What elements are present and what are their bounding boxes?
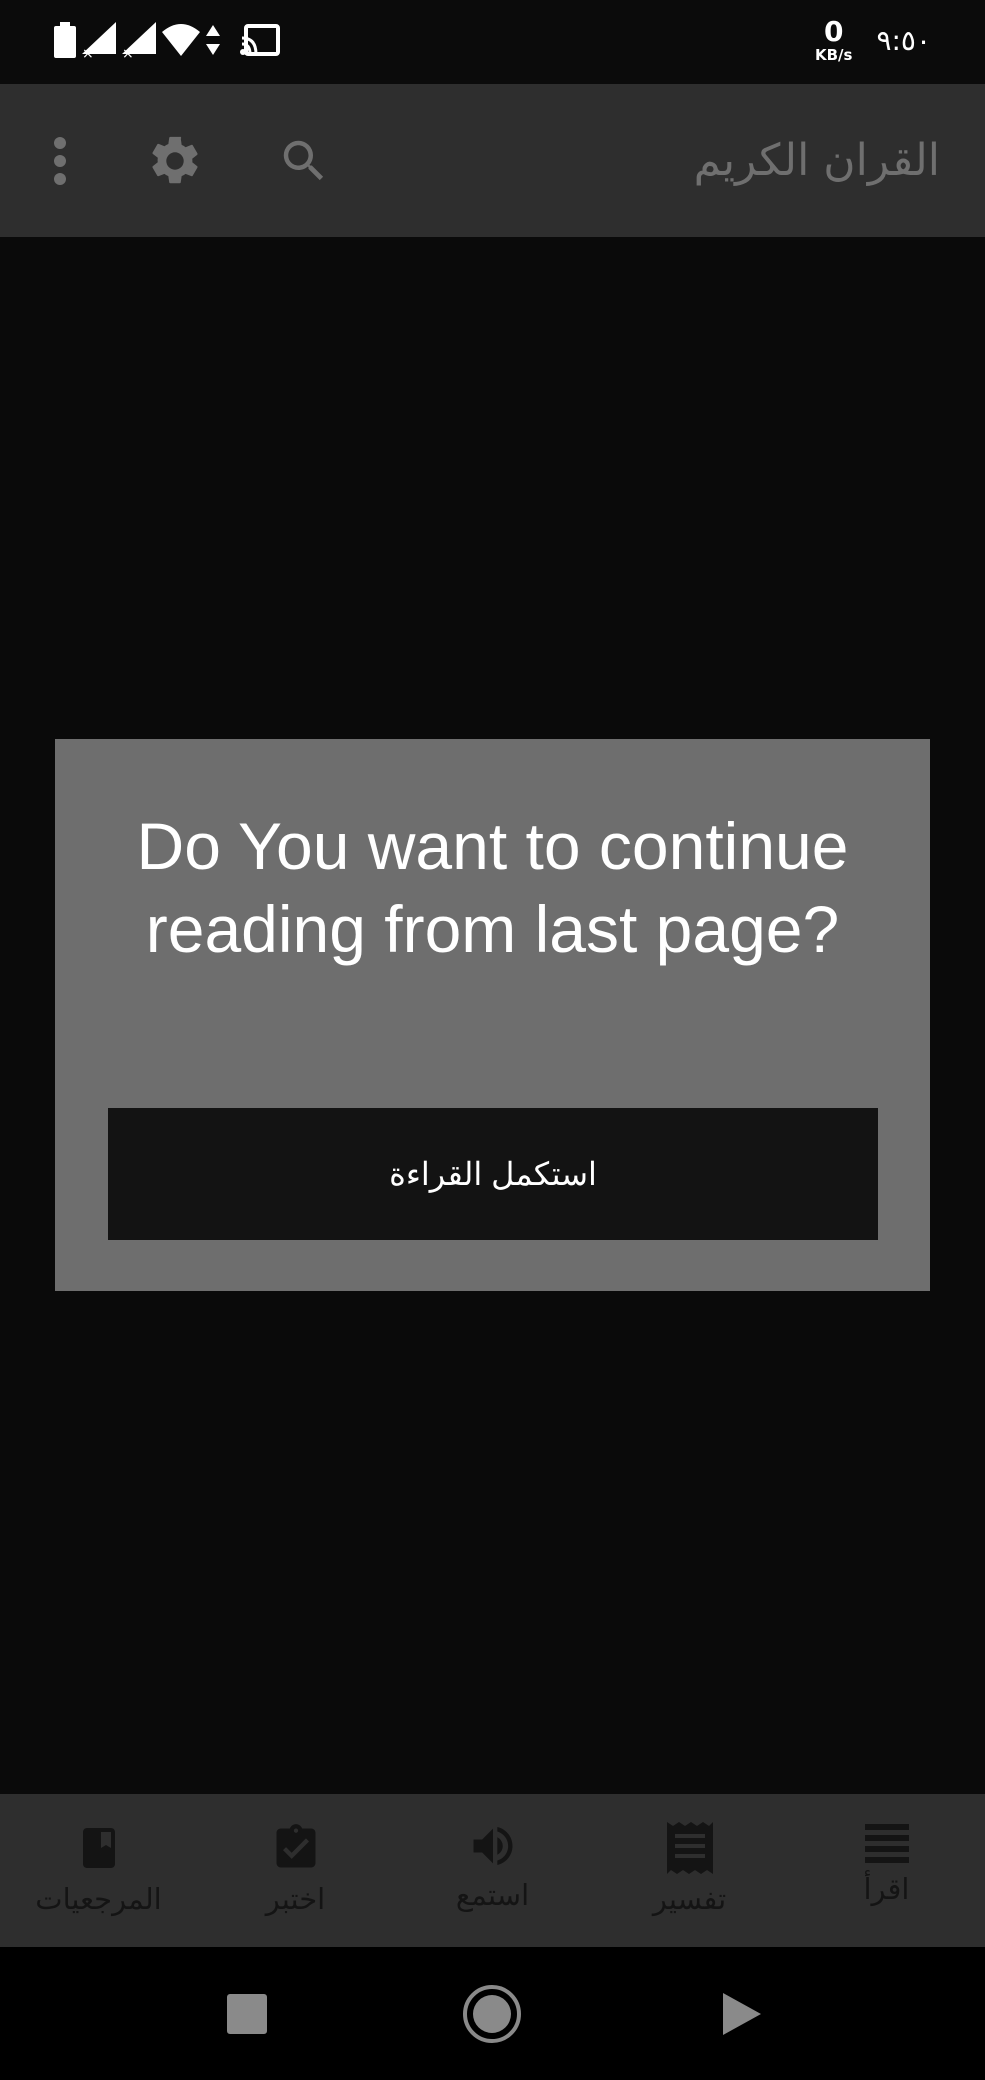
status-bar: × × 0 KB/s ٩:٥٠ [0,0,985,84]
system-navigation-bar [0,1947,985,2080]
nav-item-listen[interactable]: استمع [394,1794,591,1947]
bottom-navigation: اقرأ تفسير استمع اختبر المرجعيات [0,1794,985,1947]
speed-value: 0 [823,15,844,48]
back-button[interactable] [716,1947,766,2080]
data-arrows-icon [206,25,220,59]
continue-reading-dialog: Do You want to continue reading from las… [55,739,930,1291]
app-bar: القران الكريم [0,84,985,237]
recents-button[interactable] [222,1947,272,2080]
nav-label-test: اختبر [265,1882,326,1916]
more-vert-icon[interactable] [40,84,80,237]
nav-label-tafsir: تفسير [652,1882,727,1916]
gear-icon[interactable] [144,84,206,237]
svg-text:×: × [82,46,94,58]
network-speed: 0 KB/s [815,18,852,63]
list-lines-icon [863,1820,911,1866]
status-right: 0 KB/s ٩:٥٠ [815,18,931,63]
status-time: ٩:٥٠ [876,24,931,57]
status-icons: × × [54,22,280,62]
clipboard-check-icon [270,1820,322,1876]
nav-item-references[interactable]: المرجعيات [0,1794,197,1947]
signal-no-service-icon: × [122,22,156,62]
nav-label-read: اقرأ [863,1872,910,1906]
cast-icon [240,24,280,60]
search-icon[interactable] [276,84,332,237]
app-title: القران الكريم [693,135,940,186]
book-icon [75,1820,123,1876]
nav-item-tafsir[interactable]: تفسير [591,1794,788,1947]
svg-text:×: × [122,46,134,58]
speed-unit: KB/s [814,46,853,64]
nav-label-references: المرجعيات [35,1882,162,1916]
speaker-icon [467,1820,519,1872]
nav-item-read[interactable]: اقرأ [788,1794,985,1947]
nav-item-test[interactable]: اختبر [197,1794,394,1947]
wifi-icon [162,24,200,60]
battery-icon [54,22,76,62]
signal-no-service-icon: × [82,22,116,62]
receipt-icon [665,1820,715,1876]
continue-reading-button[interactable]: استكمل القراءة [108,1108,878,1240]
nav-label-listen: استمع [455,1878,530,1912]
dialog-message: Do You want to continue reading from las… [136,809,849,966]
home-button[interactable] [460,1947,524,2080]
